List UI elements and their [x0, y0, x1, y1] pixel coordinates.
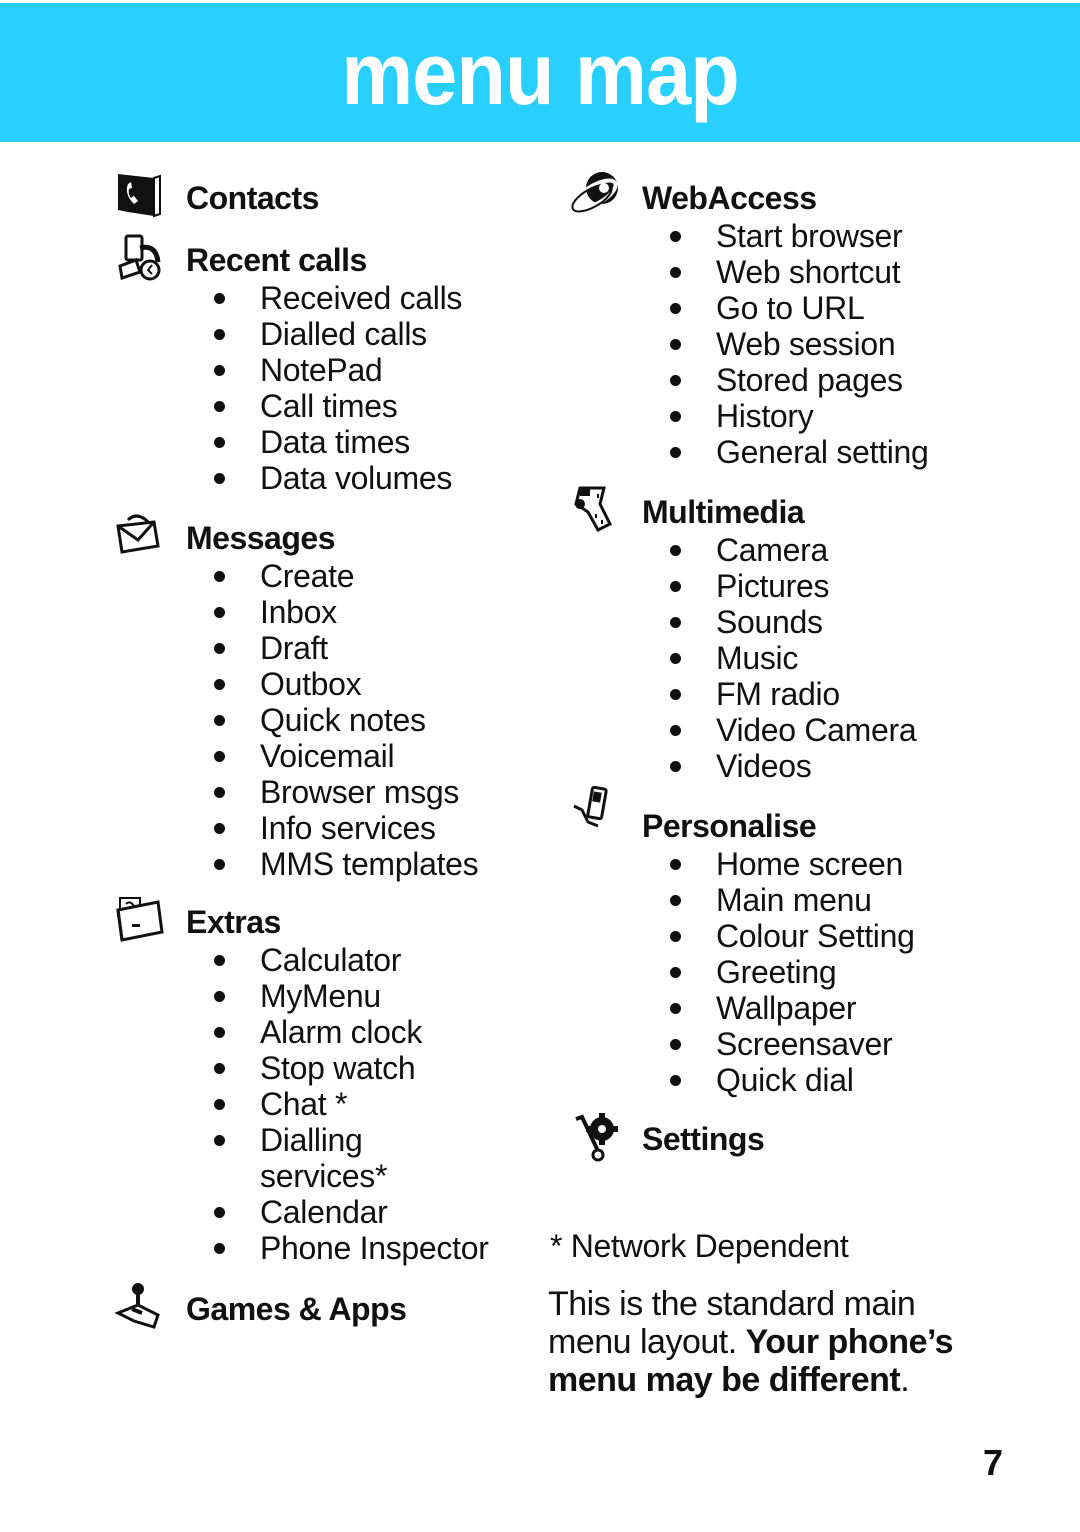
bullet [670, 653, 681, 664]
bullet [670, 689, 681, 700]
bullet [670, 1039, 681, 1050]
extras-folder-icon [116, 897, 164, 942]
bullet [670, 895, 681, 906]
page-title: menu map [341, 24, 739, 123]
bullet [214, 401, 225, 412]
bullet [214, 437, 225, 448]
bullet [670, 931, 681, 942]
bullet [214, 955, 225, 966]
bullet [214, 1135, 225, 1146]
bullet [670, 859, 681, 870]
bullet [670, 411, 681, 422]
section-title: Personalise [642, 808, 817, 844]
bullet [214, 751, 225, 762]
bullet [214, 823, 225, 834]
contacts-book-icon [118, 174, 161, 218]
section-title: WebAccess [642, 180, 817, 216]
bullet [214, 329, 225, 340]
bullet [214, 473, 225, 484]
footnote: * Network Dependent [550, 1228, 849, 1264]
globe-icon [571, 172, 618, 213]
envelope-icon [116, 514, 160, 554]
bullet [670, 231, 681, 242]
film-strip-icon [574, 486, 613, 532]
bullet [670, 761, 681, 772]
bullet [214, 859, 225, 870]
bullet [670, 617, 681, 628]
bullet [214, 1207, 225, 1218]
bullet [214, 1243, 225, 1254]
layout-note: This is the standard main menu layout. Y… [548, 1285, 988, 1399]
bullet [214, 1027, 225, 1038]
section-title: Games & Apps [186, 1291, 407, 1327]
bullet [670, 1003, 681, 1014]
bullet [670, 375, 681, 386]
bullet [670, 267, 681, 278]
section-title: Settings [642, 1121, 765, 1157]
section-title: Recent calls [186, 242, 367, 278]
phone-hand-icon [573, 785, 608, 828]
bullet [214, 293, 225, 304]
bullet [670, 339, 681, 350]
bullet [214, 607, 225, 618]
section-title: Contacts [186, 180, 319, 216]
bullet [670, 967, 681, 978]
bullet [670, 303, 681, 314]
bullet [214, 365, 225, 376]
note-end: . [900, 1361, 910, 1399]
section-title: Multimedia [642, 494, 805, 530]
bullet [214, 715, 225, 726]
wrench-gear-icon [575, 1113, 618, 1162]
bullet [670, 581, 681, 592]
bullet [670, 725, 681, 736]
bullet [670, 447, 681, 458]
bullet [214, 1099, 225, 1110]
bullet [214, 991, 225, 1002]
joystick-icon [114, 1283, 160, 1329]
bullet [214, 787, 225, 798]
page-number: 7 [983, 1442, 1004, 1483]
bullet [670, 1075, 681, 1086]
bullet [214, 679, 225, 690]
bullet [670, 545, 681, 556]
bullet [214, 643, 225, 654]
header-banner: menu map [0, 3, 1080, 142]
section-title: Messages [186, 520, 335, 556]
recent-calls-icon [118, 234, 161, 281]
section-title: Extras [186, 904, 281, 940]
bullet [214, 1063, 225, 1074]
bullet [214, 571, 225, 582]
